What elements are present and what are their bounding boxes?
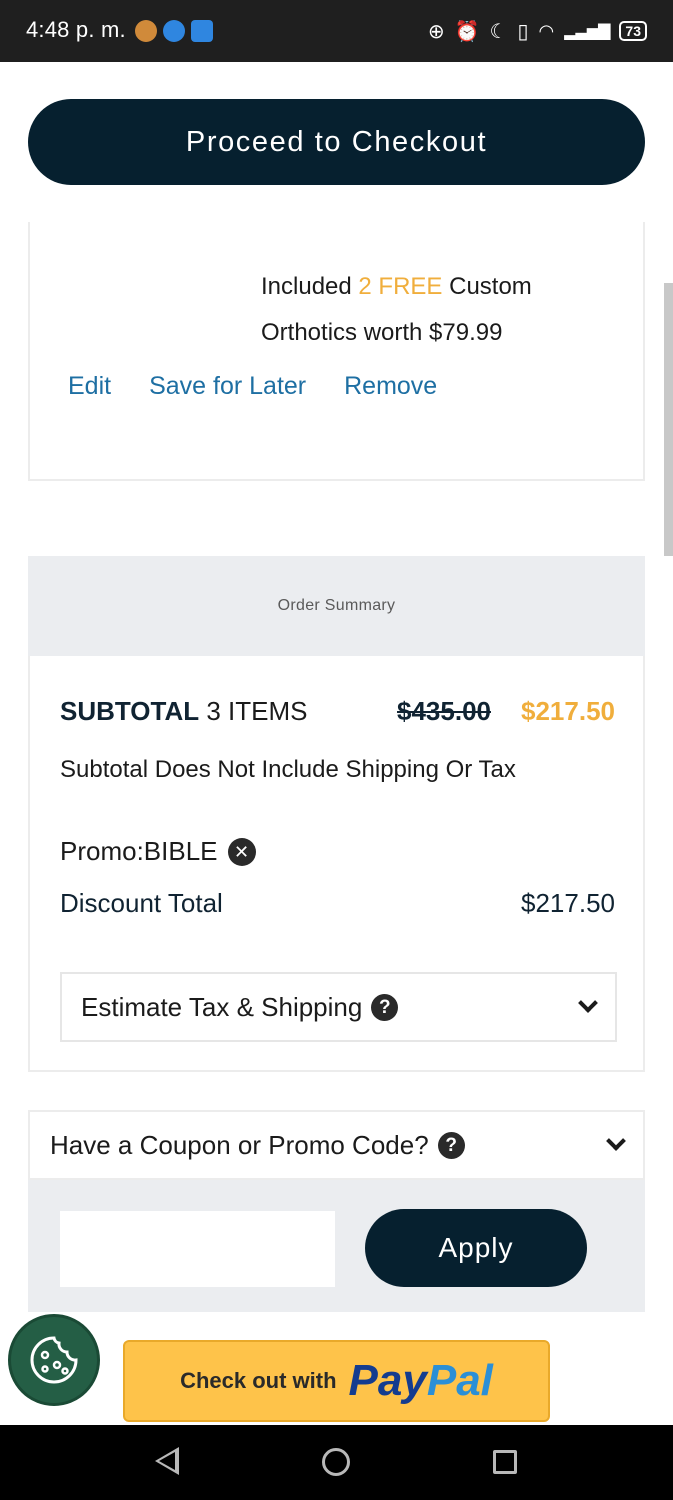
system-nav-bar	[0, 1425, 673, 1500]
remove-promo-icon[interactable]: ✕	[227, 837, 256, 866]
estimate-label: Estimate Tax & Shipping	[81, 991, 363, 1022]
signal-icon: ▂▃▅▇	[564, 23, 610, 40]
chevron-down-icon	[606, 1131, 626, 1151]
subtotal-item-count: 3 ITEMS	[206, 696, 308, 726]
original-price: $435.00	[397, 696, 491, 726]
estimate-tax-shipping-toggle[interactable]: Estimate Tax & Shipping ?	[60, 972, 617, 1042]
status-bar: 4:48 p. m. ⊕ ⏰ ☾ ▯ ◠ ▂▃▅▇ 73	[0, 0, 673, 62]
cookie-settings-button[interactable]	[8, 1314, 100, 1406]
help-icon[interactable]: ?	[437, 1131, 465, 1159]
page-scrollbar[interactable]	[664, 283, 673, 556]
promo-label: Promo:BIBLE	[60, 836, 218, 866]
discount-total-value: $217.50	[521, 888, 615, 918]
warning-icon	[191, 20, 213, 42]
sale-price: $217.50	[521, 696, 615, 726]
order-summary-header: Order Summary	[28, 556, 645, 656]
home-icon[interactable]	[322, 1448, 350, 1476]
paypal-logo-pay: Pay	[348, 1356, 427, 1405]
item-actions: Edit Save for Later Remove	[68, 372, 475, 401]
edit-link[interactable]: Edit	[68, 372, 111, 401]
alarm-icon: ⏰	[454, 20, 480, 43]
status-icons: ⊕ ⏰ ☾ ▯ ◠ ▂▃▅▇ 73	[428, 17, 647, 45]
included-prefix: Included	[261, 273, 359, 300]
included-highlight: 2 FREE	[358, 273, 443, 300]
coupon-header-label: Have a Coupon or Promo Code?	[50, 1129, 429, 1160]
proceed-to-checkout-button[interactable]: Proceed to Checkout	[28, 99, 645, 185]
back-icon[interactable]	[155, 1447, 179, 1475]
moon-icon: ☾	[489, 20, 508, 43]
coupon-code-input[interactable]	[60, 1211, 335, 1287]
remove-link[interactable]: Remove	[344, 372, 437, 401]
coupon-form: Apply	[28, 1180, 645, 1312]
help-icon[interactable]: ?	[371, 993, 399, 1021]
applied-promo: Promo:BIBLE ✕	[60, 836, 256, 867]
recent-apps-icon[interactable]	[493, 1450, 517, 1474]
subtotal-title: SUBTOTAL	[60, 696, 200, 726]
battery-icon: 73	[619, 21, 647, 41]
app-notification-icon	[135, 20, 157, 42]
cookie-icon	[30, 1336, 78, 1384]
chevron-down-icon	[578, 993, 598, 1013]
subtotal-note: Subtotal Does Not Include Shipping Or Ta…	[60, 756, 516, 783]
apply-coupon-button[interactable]: Apply	[365, 1209, 587, 1287]
key-icon	[163, 20, 185, 42]
vibrate-icon: ▯	[517, 20, 529, 43]
save-for-later-link[interactable]: Save for Later	[149, 372, 306, 401]
subtotal-label: SUBTOTAL 3 ITEMS	[60, 696, 308, 727]
paypal-checkout-button[interactable]: Check out with Pay Pal	[123, 1340, 550, 1422]
paypal-logo-pal: Pal	[426, 1356, 493, 1405]
included-offer-text: Included 2 FREE Custom Orthotics worth $…	[261, 264, 601, 356]
discount-total-label: Discount Total	[60, 888, 223, 918]
paypal-prefix: Check out with	[180, 1368, 337, 1393]
order-summary-body: SUBTOTAL 3 ITEMS $435.00 $217.50 Subtota…	[28, 656, 645, 1072]
coupon-toggle[interactable]: Have a Coupon or Promo Code? ?	[28, 1110, 645, 1180]
wifi-icon: ◠	[538, 20, 555, 41]
status-time: 4:48 p. m.	[26, 17, 126, 42]
data-saver-icon: ⊕	[427, 20, 445, 43]
cart-item-card: Included 2 FREE Custom Orthotics worth $…	[28, 222, 645, 481]
